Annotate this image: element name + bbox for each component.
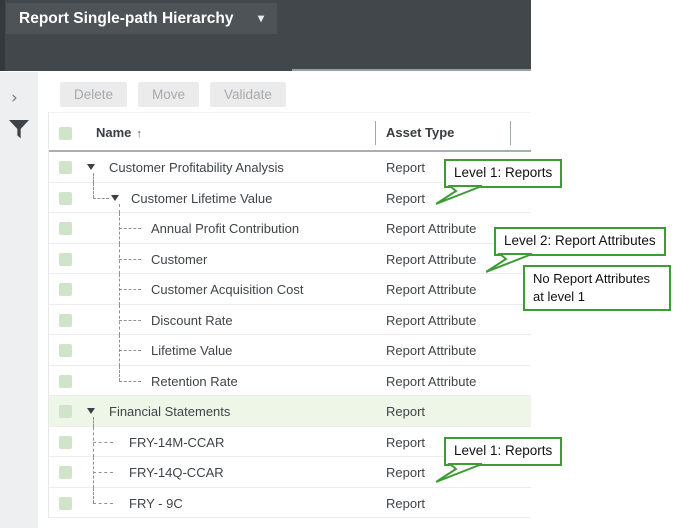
annotation-callout: Level 1: Reports — [444, 437, 562, 466]
tree-connector-line — [119, 320, 141, 321]
callout-tail-icon — [436, 185, 484, 207]
annotation-text: Level 1: Reports — [454, 443, 552, 458]
tree-connector-line — [119, 259, 141, 260]
header-divider — [292, 69, 531, 71]
tree-connector-line — [93, 173, 94, 183]
row-checkbox[interactable] — [59, 222, 72, 235]
tree-connector-line — [93, 488, 94, 503]
hierarchy-dropdown-label: Report Single-path Hierarchy — [19, 10, 233, 27]
tree-connector-line — [93, 417, 94, 427]
toolbar: Delete Move Validate — [60, 82, 297, 108]
column-divider[interactable] — [375, 121, 376, 145]
tree-connector-line — [119, 204, 120, 214]
asset-name[interactable]: Retention Rate — [151, 374, 238, 389]
table-row[interactable]: FRY - 9C Report — [49, 488, 531, 519]
tree-connector-line — [93, 198, 109, 199]
select-all-checkbox[interactable] — [59, 127, 72, 140]
move-button[interactable]: Move — [138, 82, 199, 107]
annotation-text: No Report Attributes at level 1 — [533, 271, 650, 304]
asset-name[interactable]: Lifetime Value — [151, 343, 232, 358]
top-header-bar: Report Single-path Hierarchy ▾ — [0, 0, 531, 71]
hierarchy-dropdown[interactable]: Report Single-path Hierarchy ▾ — [6, 3, 277, 34]
tree-connector-line — [93, 442, 113, 443]
table-row[interactable]: Customer Report Attribute — [49, 244, 531, 275]
table-row[interactable]: Customer Acquisition Cost Report Attribut… — [49, 274, 531, 305]
collapse-caret-icon[interactable] — [111, 195, 119, 201]
asset-type: Report — [386, 496, 425, 511]
tree-connector-line — [93, 472, 113, 473]
tree-connector-line — [119, 366, 120, 381]
row-checkbox[interactable] — [59, 405, 72, 418]
row-checkbox[interactable] — [59, 466, 72, 479]
asset-type: Report Attribute — [386, 282, 476, 297]
window-edge-strip — [0, 0, 5, 71]
asset-type: Report Attribute — [386, 374, 476, 389]
row-checkbox[interactable] — [59, 253, 72, 266]
validate-button[interactable]: Validate — [210, 82, 286, 107]
sort-ascending-icon: ↑ — [136, 128, 142, 140]
asset-type: Report Attribute — [386, 252, 476, 267]
table-header-row: Name ↑ Asset Type — [49, 112, 531, 152]
table-row[interactable]: Financial Statements Report — [49, 396, 531, 427]
table-row[interactable]: Lifetime Value Report Attribute — [49, 335, 531, 366]
row-checkbox[interactable] — [59, 192, 72, 205]
column-header-asset-type[interactable]: Asset Type — [386, 125, 454, 140]
row-checkbox[interactable] — [59, 344, 72, 357]
asset-name[interactable]: Discount Rate — [151, 313, 233, 328]
asset-type: Report Attribute — [386, 343, 476, 358]
asset-type: Report — [386, 404, 425, 419]
tree-connector-line — [119, 381, 141, 382]
asset-type: Report Attribute — [386, 221, 476, 236]
asset-type: Report — [386, 465, 425, 480]
row-checkbox[interactable] — [59, 161, 72, 174]
table-row[interactable]: Annual Profit Contribution Report Attribu… — [49, 213, 531, 244]
collapse-caret-icon[interactable] — [87, 164, 95, 170]
row-checkbox[interactable] — [59, 283, 72, 296]
asset-name[interactable]: Customer Acquisition Cost — [151, 282, 303, 297]
asset-type: Report — [386, 435, 425, 450]
tree-connector-line — [93, 503, 113, 504]
asset-type: Report Attribute — [386, 313, 476, 328]
row-checkbox[interactable] — [59, 314, 72, 327]
asset-name[interactable]: FRY-14M-CCAR — [129, 435, 224, 450]
asset-type: Report — [386, 191, 425, 206]
expand-panel-icon[interactable]: › — [11, 88, 18, 108]
annotation-callout: Level 1: Reports — [444, 159, 562, 188]
tree-connector-line — [119, 350, 141, 351]
column-header-name[interactable]: Name ↑ — [96, 125, 142, 140]
filter-icon[interactable] — [9, 120, 29, 144]
row-checkbox[interactable] — [59, 375, 72, 388]
table-row[interactable]: Retention Rate Report Attribute — [49, 366, 531, 397]
row-checkbox[interactable] — [59, 436, 72, 449]
callout-tail-icon — [436, 463, 484, 485]
asset-name[interactable]: Annual Profit Contribution — [151, 221, 299, 236]
asset-name[interactable]: Customer Lifetime Value — [131, 191, 272, 206]
column-divider[interactable] — [510, 121, 511, 145]
asset-name[interactable]: FRY-14Q-CCAR — [129, 465, 224, 480]
collapse-caret-icon[interactable] — [87, 408, 95, 414]
tree-connector-line — [119, 228, 141, 229]
asset-name[interactable]: Customer — [151, 252, 207, 267]
left-sidebar: › — [0, 72, 38, 528]
annotation-text: Level 2: Report Attributes — [504, 233, 656, 248]
asset-type: Report — [386, 160, 425, 175]
table-row[interactable]: Discount Rate Report Attribute — [49, 305, 531, 336]
chevron-down-icon: ▾ — [258, 3, 264, 34]
name-column-label: Name — [96, 125, 131, 140]
asset-name[interactable]: FRY - 9C — [129, 496, 183, 511]
asset-name[interactable]: Customer Profitability Analysis — [109, 160, 284, 175]
annotation-callout: Level 2: Report Attributes — [494, 227, 666, 256]
annotation-callout: No Report Attributes at level 1 — [523, 265, 671, 311]
delete-button[interactable]: Delete — [60, 82, 127, 107]
row-checkbox[interactable] — [59, 497, 72, 510]
tree-connector-line — [93, 183, 94, 198]
tree-connector-line — [119, 289, 141, 290]
annotation-text: Level 1: Reports — [454, 165, 552, 180]
app-window: Report Single-path Hierarchy ▾ › Delete M… — [0, 0, 700, 528]
asset-name[interactable]: Financial Statements — [109, 404, 230, 419]
